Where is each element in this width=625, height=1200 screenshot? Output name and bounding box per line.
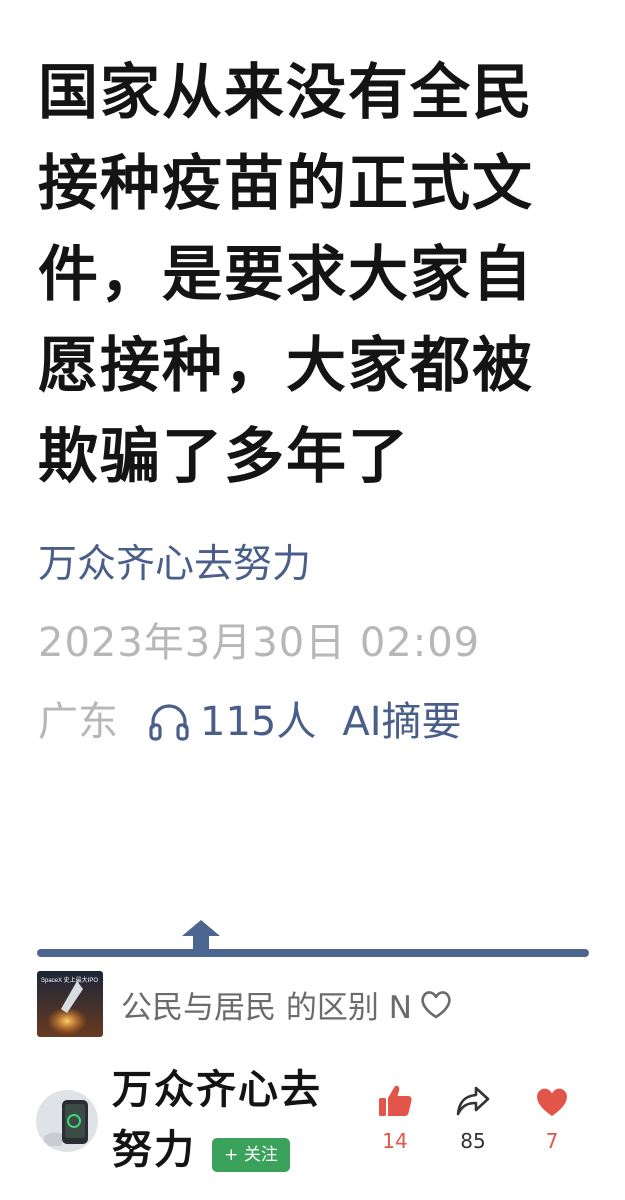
thumbs-up-icon: [376, 1082, 414, 1120]
article-meta-row: 广东 115人 AI摘要: [38, 696, 462, 748]
reading-progress-bar: [37, 949, 589, 957]
headphones-icon: [146, 699, 192, 745]
share-button[interactable]: 85: [443, 1082, 503, 1154]
related-thumbnail: SpaceX 史上最大IPO: [37, 971, 103, 1037]
scroll-to-top-arrow-icon[interactable]: [178, 918, 224, 952]
ai-summary-button[interactable]: AI摘要: [342, 697, 461, 747]
like-count: 14: [382, 1129, 408, 1153]
follow-button[interactable]: + 关注: [212, 1138, 290, 1172]
article-title: 国家从来没有全民接种疫苗的正式文件，是要求大家自愿接种，大家都被欺骗了多年了: [38, 58, 534, 492]
related-article-title: 公民与居民 的区别 N: [121, 989, 412, 1026]
location-label: 广东: [38, 699, 118, 745]
author-avatar[interactable]: [36, 1090, 98, 1152]
favorite-count: 7: [545, 1129, 559, 1153]
share-arrow-icon: [454, 1082, 492, 1120]
heart-outline-icon[interactable]: [418, 986, 454, 1022]
heart-filled-icon: [533, 1082, 571, 1120]
author-link[interactable]: 万众齐心去努力: [38, 540, 311, 590]
share-count: 85: [460, 1129, 486, 1153]
favorite-button[interactable]: 7: [522, 1082, 582, 1154]
like-button[interactable]: 14: [365, 1082, 425, 1154]
listen-button[interactable]: 115人: [146, 697, 316, 747]
publish-date: 2023年3月30日 02:09: [38, 620, 481, 666]
related-article-item[interactable]: SpaceX 史上最大IPO 公民与居民 的区别 N: [37, 970, 597, 1038]
author-bar: 万众齐心去努力 + 关注 14 85 7: [0, 1050, 625, 1200]
listen-count: 115人: [200, 699, 317, 745]
thumbnail-caption: SpaceX 史上最大IPO: [41, 976, 98, 984]
